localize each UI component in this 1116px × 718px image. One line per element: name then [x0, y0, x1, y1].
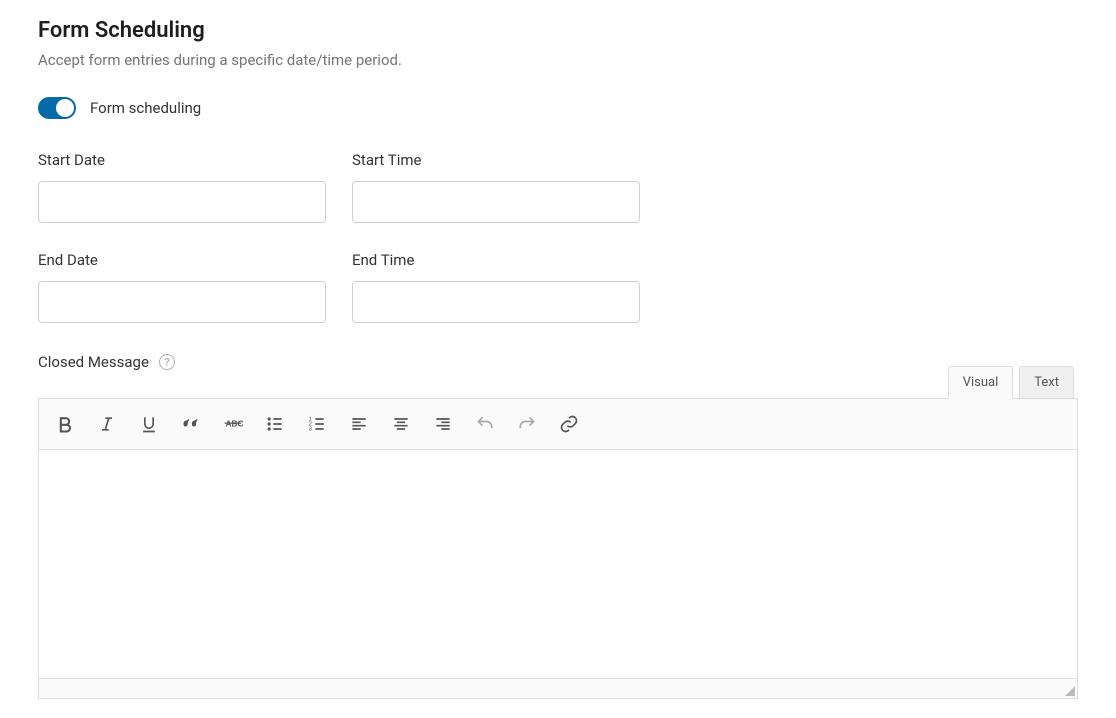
bullet-list-icon [265, 414, 285, 434]
end-time-input[interactable] [352, 281, 640, 323]
align-right-button[interactable] [425, 406, 461, 442]
start-date-group: Start Date [38, 151, 326, 223]
bulleted-list-button[interactable] [257, 406, 293, 442]
editor-statusbar [39, 678, 1077, 698]
start-time-input[interactable] [352, 181, 640, 223]
undo-button[interactable] [467, 406, 503, 442]
strikethrough-button[interactable]: ABC [215, 406, 251, 442]
end-time-group: End Time [352, 251, 640, 323]
svg-text:3: 3 [309, 427, 312, 433]
end-time-label: End Time [352, 251, 640, 269]
start-time-label: Start Time [352, 151, 640, 169]
numbered-list-button[interactable]: 123 [299, 406, 335, 442]
align-center-button[interactable] [383, 406, 419, 442]
align-left-icon [349, 414, 369, 434]
end-date-group: End Date [38, 251, 326, 323]
underline-button[interactable] [131, 406, 167, 442]
redo-icon [517, 414, 537, 434]
blockquote-button[interactable] [173, 406, 209, 442]
underline-icon [139, 414, 159, 434]
start-date-input[interactable] [38, 181, 326, 223]
end-date-input[interactable] [38, 281, 326, 323]
strikethrough-icon: ABC [223, 414, 243, 434]
end-date-label: End Date [38, 251, 326, 269]
section-subtitle: Accept form entries during a specific da… [38, 51, 1078, 69]
align-right-icon [433, 414, 453, 434]
toggle-row: Form scheduling [38, 97, 1078, 119]
number-list-icon: 123 [307, 414, 327, 434]
italic-icon [97, 414, 117, 434]
editor-wrapper: Visual Text ABC 123 [38, 366, 1078, 699]
form-scheduling-toggle-label: Form scheduling [90, 99, 201, 117]
tab-visual[interactable]: Visual [948, 366, 1014, 399]
editor: ABC 123 [38, 398, 1078, 699]
tab-text[interactable]: Text [1019, 366, 1074, 399]
bold-button[interactable] [47, 406, 83, 442]
editor-tabs: Visual Text [38, 366, 1074, 399]
date-time-fields: Start Date Start Time End Date End Time [38, 151, 1078, 323]
align-left-button[interactable] [341, 406, 377, 442]
start-date-label: Start Date [38, 151, 326, 169]
editor-content[interactable] [39, 450, 1077, 678]
editor-toolbar: ABC 123 [39, 399, 1077, 450]
undo-icon [475, 414, 495, 434]
toggle-knob [56, 99, 74, 117]
form-scheduling-toggle[interactable] [38, 97, 76, 119]
align-center-icon [391, 414, 411, 434]
resize-handle-icon[interactable] [1063, 684, 1077, 698]
quote-icon [181, 414, 201, 434]
link-icon [559, 414, 579, 434]
start-time-group: Start Time [352, 151, 640, 223]
section-title: Form Scheduling [38, 18, 1078, 43]
bold-icon [55, 414, 75, 434]
link-button[interactable] [551, 406, 587, 442]
italic-button[interactable] [89, 406, 125, 442]
redo-button[interactable] [509, 406, 545, 442]
